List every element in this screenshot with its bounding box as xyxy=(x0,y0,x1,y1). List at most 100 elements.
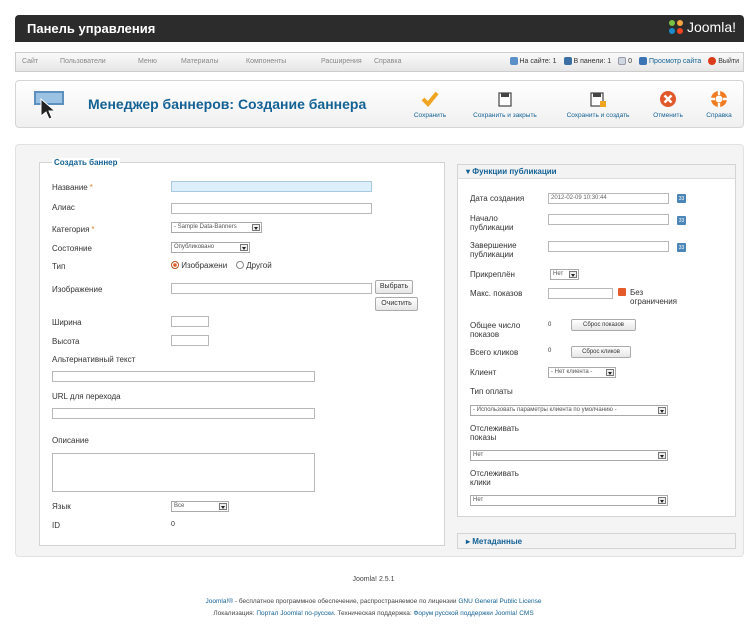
metadata-panel-toggle[interactable]: ▸ Метаданные xyxy=(457,533,736,549)
alt-text-label: Альтернативный текст xyxy=(52,355,136,364)
image-label: Изображение xyxy=(52,285,103,294)
width-input[interactable] xyxy=(171,316,209,327)
logout-icon xyxy=(708,57,717,65)
type-image-option[interactable]: Изображени xyxy=(171,261,227,270)
chevron-down-icon xyxy=(606,369,614,376)
mail-icon xyxy=(618,57,627,65)
click-url-input[interactable] xyxy=(52,408,315,419)
joomla-link[interactable]: Joomla!® xyxy=(206,598,234,605)
track-clicks-select[interactable]: Нет xyxy=(470,495,668,506)
help-button[interactable]: Справка xyxy=(702,89,736,119)
max-impressions-input[interactable] xyxy=(548,288,613,299)
alias-input[interactable] xyxy=(171,203,372,214)
state-label: Состояние xyxy=(52,244,92,253)
reset-clicks-button[interactable]: Сброс кликов xyxy=(571,346,631,358)
chevron-down-icon xyxy=(219,503,227,510)
banner-details-fieldset: Создать баннер Название * Алиас Категория… xyxy=(39,158,445,546)
joomla-logo-icon xyxy=(668,19,684,35)
floppy-icon xyxy=(498,91,512,107)
created-label: Дата создания xyxy=(470,194,525,203)
name-input[interactable] xyxy=(171,181,372,192)
menu-item-help[interactable]: Справка xyxy=(374,58,401,65)
menu-item-content[interactable]: Материалы xyxy=(181,58,218,65)
calendar-icon[interactable]: 33 xyxy=(677,243,686,252)
menu-item-users[interactable]: Пользователи xyxy=(60,58,106,65)
alias-label: Алиас xyxy=(52,203,75,212)
unlimited-label: Без ограничения xyxy=(630,288,677,306)
top-bar: Панель управления Joomla! xyxy=(15,15,744,42)
app-title: Панель управления xyxy=(27,21,156,36)
category-select[interactable]: - Sample Data-Banners xyxy=(171,222,262,233)
toolbar: Менеджер баннеров: Создание баннера Сохр… xyxy=(15,80,744,128)
page-title: Менеджер баннеров: Создание баннера xyxy=(88,96,367,112)
height-label: Высота xyxy=(52,337,80,346)
language-select[interactable]: Все xyxy=(171,501,229,512)
gpl-link[interactable]: GNU General Public License xyxy=(458,598,541,605)
chevron-down-icon xyxy=(658,452,666,459)
total-impressions-value: 0 xyxy=(548,322,552,328)
description-textarea[interactable] xyxy=(52,453,315,492)
publishing-header[interactable]: ▾ Функции публикации xyxy=(458,165,735,179)
save-new-button[interactable]: Сохранить и создать xyxy=(555,89,641,119)
menu-item-extensions[interactable]: Расширения xyxy=(321,58,362,65)
banner-manager-icon xyxy=(34,91,64,119)
messages-count[interactable]: 0 xyxy=(618,57,632,65)
checkbox-checked-icon xyxy=(618,288,626,296)
calendar-icon[interactable]: 33 xyxy=(677,194,686,203)
status-bar: На сайте: 1 В панели: 1 0 Просмотр сайта… xyxy=(509,57,739,65)
unlimited-checkbox[interactable] xyxy=(618,288,626,297)
content-area: Создать баннер Название * Алиас Категория… xyxy=(15,144,744,557)
track-clicks-label: Отслеживать клики xyxy=(470,469,519,487)
click-url-label: URL для перехода xyxy=(52,392,121,401)
cancel-icon xyxy=(660,91,676,107)
publish-up-input[interactable] xyxy=(548,214,669,225)
floppy-plus-icon xyxy=(590,91,606,107)
checkmark-icon xyxy=(421,91,439,107)
track-impressions-label: Отслеживать показы xyxy=(470,424,519,442)
client-select[interactable]: - Нет клиента - xyxy=(548,367,616,378)
state-select[interactable]: Опубликовано xyxy=(171,242,250,253)
users-online-admin: В панели: 1 xyxy=(563,57,611,65)
menu-item-site[interactable]: Сайт xyxy=(22,58,38,65)
support-forum-link[interactable]: Форум русской поддержки Joomla! CMS xyxy=(413,610,533,617)
client-label: Клиент xyxy=(470,368,497,377)
logo-text: Joomla! xyxy=(686,19,736,35)
menu-item-components[interactable]: Компоненты xyxy=(246,58,286,65)
publish-down-input[interactable] xyxy=(548,241,669,252)
id-value: 0 xyxy=(171,521,175,528)
sticky-select[interactable]: Нет xyxy=(550,269,579,280)
height-input[interactable] xyxy=(171,335,209,346)
alt-text-input[interactable] xyxy=(52,371,315,382)
type-other-option[interactable]: Другой xyxy=(236,261,272,270)
menu-item-menus[interactable]: Меню xyxy=(138,58,157,65)
localization-link[interactable]: Портал Joomla! по-русски xyxy=(256,610,333,617)
image-input[interactable] xyxy=(171,283,372,294)
purchase-type-label: Тип оплаты xyxy=(470,387,513,396)
total-impressions-label: Общее число показов xyxy=(470,321,521,339)
view-site-link[interactable]: Просмотр сайта xyxy=(639,57,701,65)
save-close-button[interactable]: Сохранить и закрыть xyxy=(463,89,547,119)
radio-icon xyxy=(236,261,244,269)
purchase-type-select[interactable]: - Использовать параметры клиента по умол… xyxy=(470,405,668,416)
type-label: Тип xyxy=(52,262,66,271)
logout-link[interactable]: Выйти xyxy=(708,57,739,65)
publish-up-label: Начало публикации xyxy=(470,214,514,232)
monitor-icon xyxy=(639,57,648,65)
save-button[interactable]: Сохранить xyxy=(412,89,448,119)
footer-version: Joomla! 2.5.1 xyxy=(352,576,395,583)
calendar-icon[interactable]: 33 xyxy=(677,216,686,225)
created-date-input[interactable]: 2012-02-09 10:30:44 xyxy=(548,193,669,204)
reset-impressions-button[interactable]: Сброс показов xyxy=(571,319,636,331)
main-menu: Сайт Пользователи Меню Материалы Компоне… xyxy=(15,52,744,72)
publish-down-label: Завершение публикации xyxy=(470,241,517,259)
joomla-logo[interactable]: Joomla! xyxy=(668,19,736,35)
fieldset-legend: Создать баннер xyxy=(52,158,120,167)
chevron-down-icon xyxy=(658,497,666,504)
clear-image-button[interactable]: Очистить xyxy=(375,297,418,311)
track-impressions-select[interactable]: Нет xyxy=(470,450,668,461)
select-image-button[interactable]: Выбрать xyxy=(375,280,413,294)
cancel-button[interactable]: Отменить xyxy=(648,89,688,119)
users-icon xyxy=(509,57,518,65)
chevron-down-icon xyxy=(658,407,666,414)
users-online-site: На сайте: 1 xyxy=(509,57,557,65)
